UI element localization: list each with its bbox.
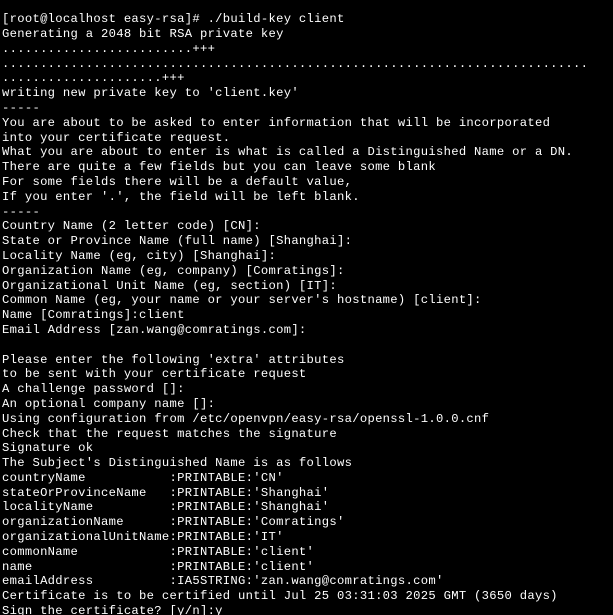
terminal-line: .........................+++ (2, 42, 611, 57)
terminal-line: An optional company name []: (2, 397, 611, 412)
terminal-line: stateOrProvinceName :PRINTABLE:'Shanghai… (2, 486, 611, 501)
terminal-line: Signature ok (2, 441, 611, 456)
terminal-line: Country Name (2 letter code) [CN]: (2, 219, 611, 234)
terminal-line: Certificate is to be certified until Jul… (2, 589, 611, 604)
terminal-line: into your certificate request. (2, 131, 611, 146)
terminal-line (2, 338, 611, 353)
terminal-line: Generating a 2048 bit RSA private key (2, 27, 611, 42)
terminal-line: There are quite a few fields but you can… (2, 160, 611, 175)
terminal-line: localityName :PRINTABLE:'Shanghai' (2, 500, 611, 515)
terminal-output[interactable]: [root@localhost easy-rsa]# ./build-key c… (0, 12, 613, 615)
terminal-line: Sign the certificate? [y/n]:y (2, 604, 611, 615)
terminal-line: A challenge password []: (2, 382, 611, 397)
terminal-line: For some fields there will be a default … (2, 175, 611, 190)
terminal-line: writing new private key to 'client.key' (2, 86, 611, 101)
terminal-line: You are about to be asked to enter infor… (2, 116, 611, 131)
terminal-line: What you are about to enter is what is c… (2, 145, 611, 160)
terminal-line: State or Province Name (full name) [Shan… (2, 234, 611, 249)
terminal-line: ----- (2, 205, 611, 220)
terminal-line: organizationalUnitName:PRINTABLE:'IT' (2, 530, 611, 545)
terminal-line: Name [Comratings]:client (2, 308, 611, 323)
terminal-line: .....................+++ (2, 71, 611, 86)
terminal-line: If you enter '.', the field will be left… (2, 190, 611, 205)
terminal-line: ........................................… (2, 57, 611, 72)
terminal-line: Organization Name (eg, company) [Comrati… (2, 264, 611, 279)
terminal-line: Using configuration from /etc/openvpn/ea… (2, 412, 611, 427)
terminal-line: to be sent with your certificate request (2, 367, 611, 382)
terminal-line: commonName :PRINTABLE:'client' (2, 545, 611, 560)
terminal-line: name :PRINTABLE:'client' (2, 560, 611, 575)
terminal-line: Please enter the following 'extra' attri… (2, 353, 611, 368)
terminal-line: The Subject's Distinguished Name is as f… (2, 456, 611, 471)
terminal-line: countryName :PRINTABLE:'CN' (2, 471, 611, 486)
terminal-line: emailAddress :IA5STRING:'zan.wang@comrat… (2, 574, 611, 589)
terminal-line: Email Address [zan.wang@comratings.com]: (2, 323, 611, 338)
terminal-line: Check that the request matches the signa… (2, 427, 611, 442)
terminal-line: Locality Name (eg, city) [Shanghai]: (2, 249, 611, 264)
terminal-line: Organizational Unit Name (eg, section) [… (2, 279, 611, 294)
terminal-line: Common Name (eg, your name or your serve… (2, 293, 611, 308)
terminal-line: ----- (2, 101, 611, 116)
terminal-line: organizationName :PRINTABLE:'Comratings' (2, 515, 611, 530)
terminal-line: [root@localhost easy-rsa]# ./build-key c… (2, 12, 611, 27)
